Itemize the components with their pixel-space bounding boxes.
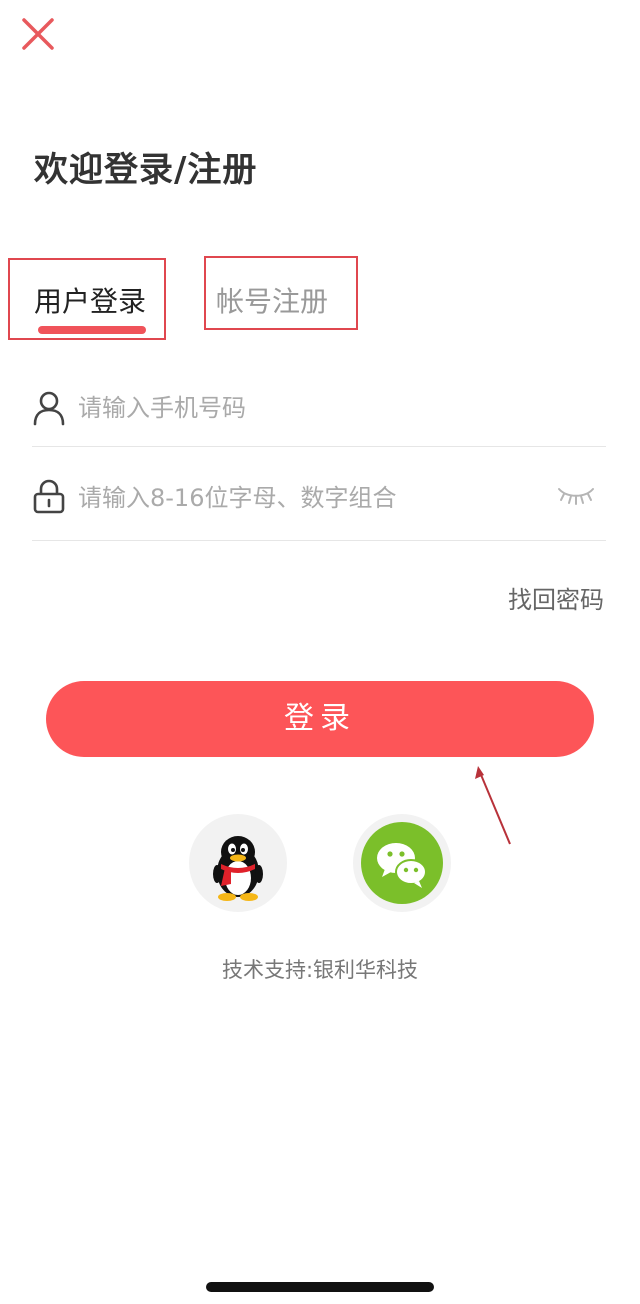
tab-account-register-label: 帐号注册 <box>216 285 329 318</box>
tab-account-register[interactable]: 帐号注册 <box>204 256 358 330</box>
wechat-icon <box>361 822 443 904</box>
eye-closed-icon[interactable] <box>556 484 596 506</box>
tab-user-login-label: 用户登录 <box>34 285 147 318</box>
phone-field <box>32 370 606 447</box>
close-button[interactable] <box>20 16 56 52</box>
password-input[interactable] <box>78 456 548 540</box>
annotation-arrow-icon <box>475 766 511 845</box>
tech-support-text: 技术支持:银利华科技 <box>221 958 419 982</box>
password-field <box>32 456 606 541</box>
wechat-login-button[interactable] <box>353 814 451 912</box>
page-title: 欢迎登录/注册 <box>34 150 258 190</box>
active-tab-indicator <box>38 326 146 334</box>
close-icon <box>22 18 54 50</box>
forgot-password-link[interactable]: 找回密码 <box>508 580 604 615</box>
qq-login-button[interactable] <box>189 814 287 912</box>
home-indicator[interactable] <box>206 1282 434 1292</box>
tab-user-login[interactable]: 用户登录 <box>8 258 166 340</box>
user-icon <box>33 391 65 426</box>
phone-input[interactable] <box>78 370 548 446</box>
lock-icon <box>33 479 65 514</box>
qq-penguin-icon <box>213 836 263 901</box>
login-button[interactable]: 登录 <box>46 681 594 757</box>
